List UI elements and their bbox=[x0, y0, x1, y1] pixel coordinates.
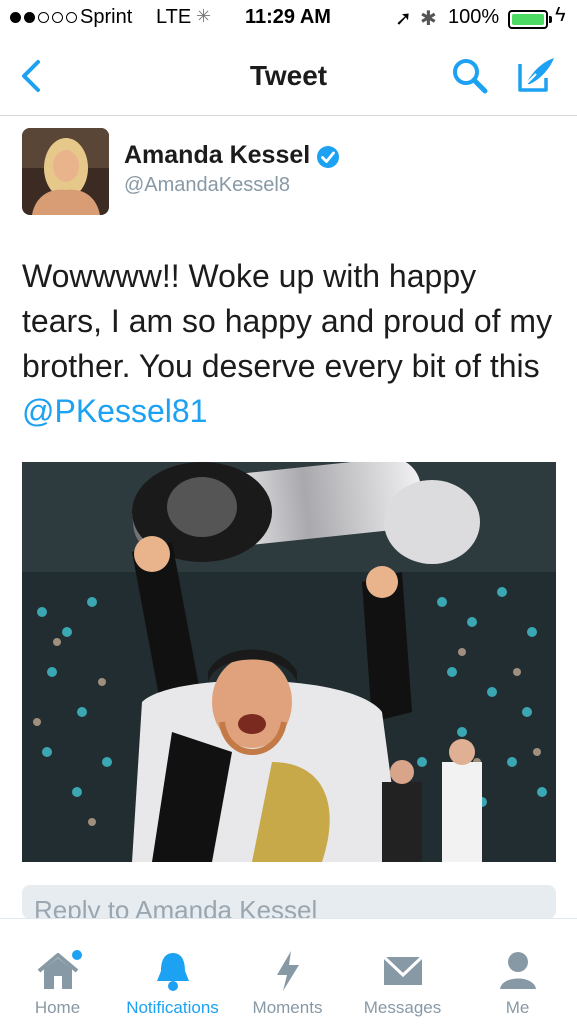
tab-moments-label: Moments bbox=[252, 998, 323, 1017]
tab-me[interactable]: Me bbox=[460, 919, 575, 1024]
battery-icon bbox=[508, 10, 552, 29]
tab-home[interactable]: Home bbox=[0, 919, 115, 1024]
status-time: 11:29 AM bbox=[245, 6, 331, 28]
tab-moments[interactable]: Moments bbox=[230, 919, 345, 1024]
activity-spinner-icon: ✳ bbox=[196, 6, 212, 26]
tweet-photo[interactable] bbox=[22, 462, 556, 862]
avatar[interactable] bbox=[22, 128, 109, 215]
page-title: Tweet bbox=[249, 60, 328, 91]
tweet-body: Wowwww!! Woke up with happy tears, I am … bbox=[22, 258, 553, 384]
signal-strength-icon bbox=[10, 12, 77, 23]
compose-icon[interactable] bbox=[514, 54, 558, 96]
notification-dot bbox=[71, 950, 82, 960]
verified-badge-icon bbox=[317, 146, 339, 168]
battery-percent: 100% bbox=[448, 6, 500, 28]
home-icon bbox=[37, 950, 82, 989]
status-bar: Sprint LTE ✳ 11:29 AM ➚ ✱ 100% ϟ bbox=[0, 0, 577, 38]
lightning-icon bbox=[276, 951, 299, 991]
tweet-text: Wowwww!! Woke up with happy tears, I am … bbox=[22, 254, 562, 434]
network-label: LTE bbox=[156, 6, 192, 28]
location-arrow-icon: ➚ bbox=[395, 8, 412, 30]
navigation-bar: Tweet bbox=[0, 38, 577, 116]
carrier-label: Sprint bbox=[80, 6, 133, 28]
charging-bolt-icon: ϟ bbox=[555, 4, 566, 26]
tab-notifications[interactable]: Notifications bbox=[115, 919, 230, 1024]
tab-bar: Home Notifications Moments Messages Me bbox=[0, 918, 577, 1024]
reply-input[interactable]: Reply to Amanda Kessel bbox=[22, 885, 556, 919]
bell-icon bbox=[156, 953, 189, 991]
search-icon[interactable] bbox=[450, 56, 490, 96]
tab-home-label: Home bbox=[34, 998, 81, 1017]
tab-messages-label: Messages bbox=[363, 998, 442, 1017]
tab-notifications-label: Notifications bbox=[126, 998, 219, 1017]
envelope-icon bbox=[382, 955, 423, 985]
author-name[interactable]: Amanda Kessel bbox=[124, 141, 310, 170]
tab-messages[interactable]: Messages bbox=[345, 919, 460, 1024]
reply-placeholder: Reply to Amanda Kessel bbox=[34, 895, 318, 919]
author-handle[interactable]: @AmandaKessel8 bbox=[124, 174, 290, 197]
mention-link[interactable]: @PKessel81 bbox=[22, 393, 207, 429]
tab-me-label: Me bbox=[505, 998, 530, 1017]
bluetooth-icon: ✱ bbox=[420, 8, 437, 30]
person-icon bbox=[499, 952, 536, 989]
